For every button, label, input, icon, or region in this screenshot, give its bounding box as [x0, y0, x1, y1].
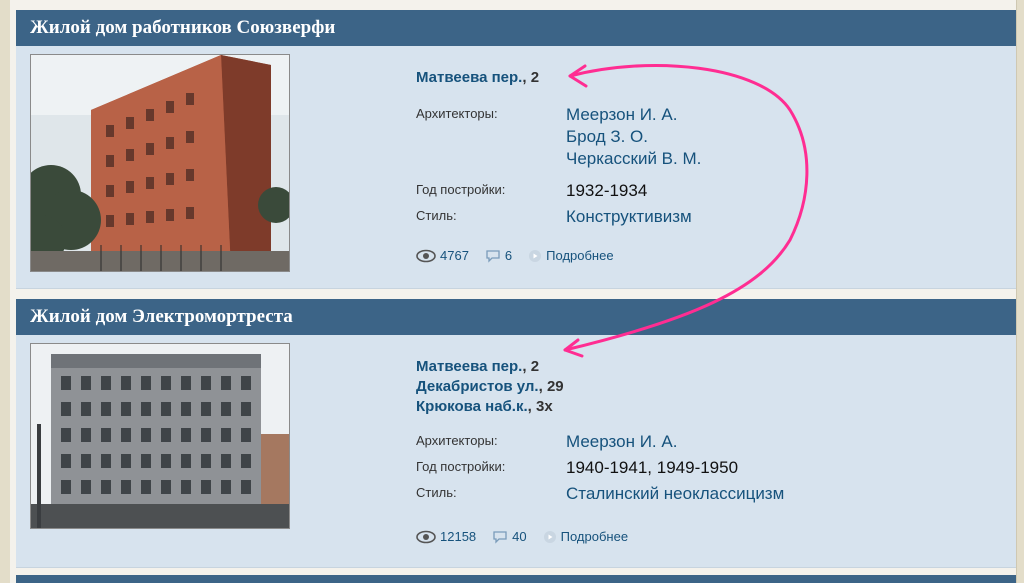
style-row: Стиль: Сталинский неоклассицизм [416, 483, 1016, 509]
address-link[interactable]: Крюкова наб.к. [416, 398, 528, 415]
play-circle-icon[interactable] [543, 530, 557, 544]
building-photo-image [31, 344, 289, 528]
year-row: Год постройки: 1940-1941, 1949-1950 [416, 457, 1016, 483]
architect-link[interactable]: Меерзон И. А. [566, 431, 677, 453]
building-card: Жилой дом Электромортреста Матвеева пер.… [16, 299, 1016, 568]
speech-bubble-icon[interactable] [492, 530, 508, 544]
style-link[interactable]: Сталинский неоклассицизм [566, 483, 784, 505]
year-row: Год постройки: 1932-1934 [416, 180, 1016, 206]
address-line: Декабристов ул., 29 [416, 378, 564, 395]
year-value: 1932-1934 [566, 181, 648, 200]
play-circle-icon[interactable] [528, 249, 542, 263]
address-link[interactable]: Декабристов ул. [416, 378, 539, 395]
speech-bubble-icon[interactable] [485, 249, 501, 263]
style-row: Стиль: Конструктивизм [416, 206, 1016, 232]
address-line: Матвеева пер., 2 [416, 69, 540, 86]
address-number: 3х [536, 398, 553, 415]
address-number: 2 [530, 358, 540, 375]
page-right-border [1016, 0, 1024, 583]
style-label: Стиль: [416, 485, 457, 500]
architect-link[interactable]: Меерзон И. А. [566, 104, 701, 126]
comments-count[interactable]: 6 [505, 248, 512, 263]
building-photo[interactable] [30, 54, 290, 272]
architects-row: Архитекторы: Меерзон И. А. [416, 431, 1016, 457]
more-link[interactable]: Подробнее [546, 248, 613, 263]
building-card: Жилой дом работников Союзверфи Матвеева … [16, 10, 1016, 289]
address-number: 2 [530, 69, 540, 86]
address-line: Крюкова наб.к., 3х [416, 398, 553, 415]
next-card-header [16, 575, 1016, 583]
building-photo[interactable] [30, 343, 290, 529]
address-line: Матвеева пер., 2 [416, 358, 540, 375]
address-link[interactable]: Матвеева пер. [416, 69, 522, 86]
building-title[interactable]: Жилой дом Электромортреста [16, 299, 1016, 335]
eye-icon [416, 530, 436, 543]
building-photo-image [31, 55, 289, 271]
views-count: 4767 [440, 248, 469, 263]
year-value: 1940-1941, 1949-1950 [566, 458, 739, 477]
eye-icon [416, 249, 436, 262]
style-link[interactable]: Конструктивизм [566, 206, 692, 228]
views-count: 12158 [440, 529, 477, 544]
style-label: Стиль: [416, 208, 457, 223]
more-link[interactable]: Подробнее [561, 529, 628, 544]
building-title[interactable]: Жилой дом работников Союзверфи [16, 10, 1016, 46]
address-link[interactable]: Матвеева пер. [416, 358, 522, 375]
year-label: Год постройки: [416, 182, 506, 197]
architect-link[interactable]: Брод З. О. [566, 126, 701, 148]
page-content: Жилой дом работников Союзверфи Матвеева … [10, 0, 1016, 583]
architects-label: Архитекторы: [416, 433, 498, 448]
card-meta: 4767 6 Подробнее [416, 248, 614, 263]
architect-link[interactable]: Черкасский В. М. [566, 148, 701, 170]
comments-count[interactable]: 40 [512, 529, 526, 544]
address-number: 29 [546, 378, 564, 395]
architects-row: Архитекторы: Меерзон И. А. Брод З. О. Че… [416, 104, 1016, 180]
year-label: Год постройки: [416, 459, 506, 474]
architects-label: Архитекторы: [416, 106, 498, 121]
card-meta: 12158 40 Подробнее [416, 529, 628, 544]
